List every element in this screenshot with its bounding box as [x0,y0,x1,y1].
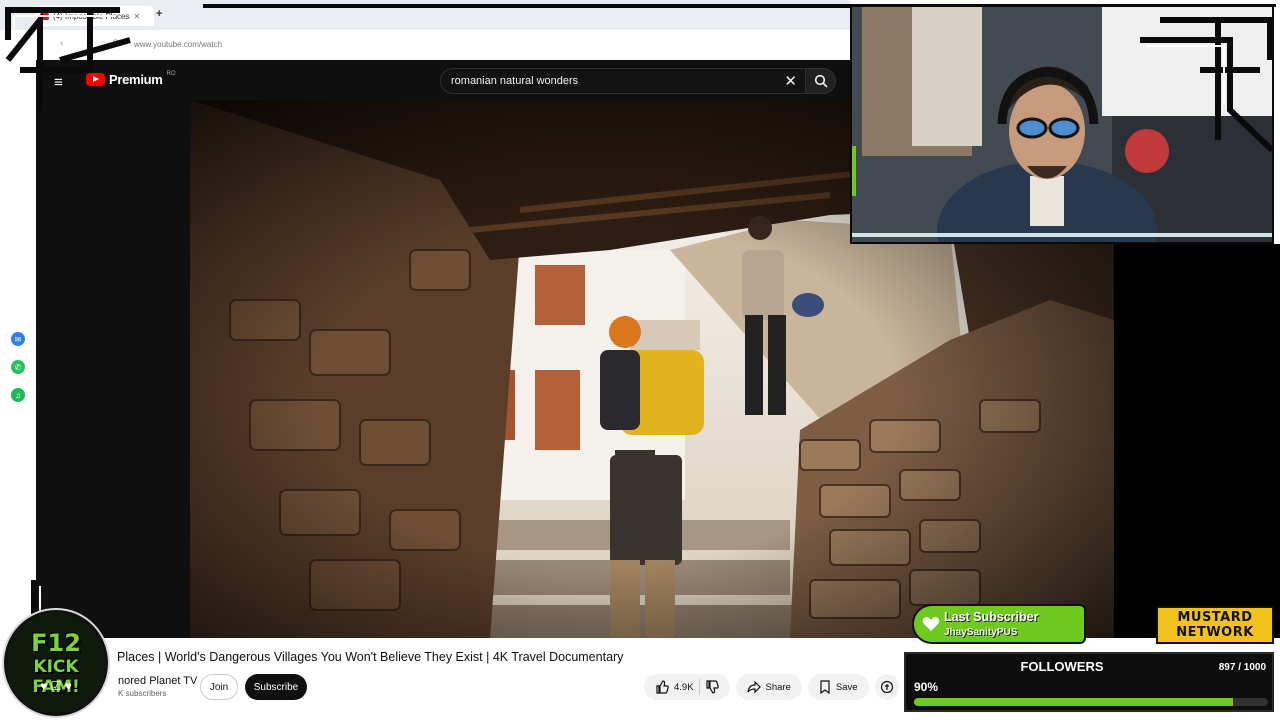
new-tab-button[interactable]: + [156,8,162,20]
last-subscriber-widget: Last Subscriber JhaySanityPUS [912,604,1086,644]
dislike-icon[interactable] [705,680,719,694]
save-button[interactable]: Save [807,674,869,700]
last-subscriber-name: JhaySanityPUS [944,627,1018,638]
followers-progress-bar [914,698,1268,706]
video-actions: 4.9K Share Save [644,674,899,700]
stream-screen: (4) Impossible Places ✕ + ‹ › ⟳ www.yout… [0,0,1280,720]
youtube-favicon-icon [40,12,49,20]
whatsapp-icon[interactable]: ✆ [11,360,25,374]
followers-count: 897 / 1000 [1218,662,1266,673]
country-code: RO [166,70,176,77]
menu-icon[interactable]: ≡ [54,74,63,91]
like-divider [698,679,700,695]
logo-line-2: NETWORK [1176,625,1254,640]
subscribe-button[interactable]: Subscribe [245,674,307,700]
heart-icon [922,617,940,631]
address-row: ‹ › ⟳ www.youtube.com/watch [0,30,850,60]
video-side-letterbox [1114,244,1280,638]
last-subscriber-title: Last Subscriber [944,610,1039,624]
share-icon [746,680,761,694]
thanks-icon [880,680,893,694]
tab-title: (4) Impossible Places [53,11,130,21]
share-button[interactable]: Share [735,674,802,700]
badge-line-1: F12 [31,629,81,657]
share-label: Share [765,681,791,693]
kick-fam-badge: F12 KICK FAM! ♥ ☑ ♥ [4,610,108,716]
badge-icons: ♥ ☑ ♥ [40,679,72,693]
video-title: Places | World's Dangerous Villages You … [117,650,624,664]
channel-name[interactable]: nored Planet TV [118,675,197,687]
webcam-overlay [850,4,1274,244]
search-icon [814,74,828,88]
like-dislike-group: 4.9K [644,674,730,700]
browser-tab[interactable]: (4) Impossible Places ✕ [36,6,154,26]
followers-title: FOLLOWERS [1020,659,1104,674]
like-count: 4.9K [674,681,694,693]
messenger-icon[interactable]: ✉ [11,332,25,346]
browser-tabbar: (4) Impossible Places ✕ + [0,0,850,30]
logo-line-1: MUSTARD [1177,610,1253,625]
like-icon[interactable] [655,680,669,694]
followers-progress-fill [914,698,1233,706]
clear-search-icon[interactable]: ✕ [784,72,797,90]
save-icon [820,680,830,694]
brand-label: Premium [109,72,163,87]
tab-close-icon[interactable]: ✕ [133,12,140,21]
nav-arrows-icon[interactable]: ‹ › ⟳ [60,38,131,49]
address-bar[interactable]: www.youtube.com/watch [134,40,222,49]
mustard-network-logo: MUSTARD NETWORK [1156,606,1274,644]
spotify-icon[interactable]: ♫ [11,388,25,402]
followers-percent: 90% [914,680,939,694]
streamer-webcam [852,6,1272,242]
youtube-play-icon [86,73,105,86]
save-label: Save [835,681,858,693]
search-input[interactable]: romanian natural wonders ✕ [440,68,806,94]
youtube-logo[interactable]: Premium RO [86,70,176,87]
followers-goal-widget: FOLLOWERS 897 / 1000 90% [904,652,1274,712]
subscriber-count: K subscribers [118,689,167,698]
search-query: romanian natural wonders [451,75,579,87]
join-button[interactable]: Join [200,674,238,700]
thanks-button[interactable] [874,674,899,700]
search-button[interactable] [806,68,836,94]
